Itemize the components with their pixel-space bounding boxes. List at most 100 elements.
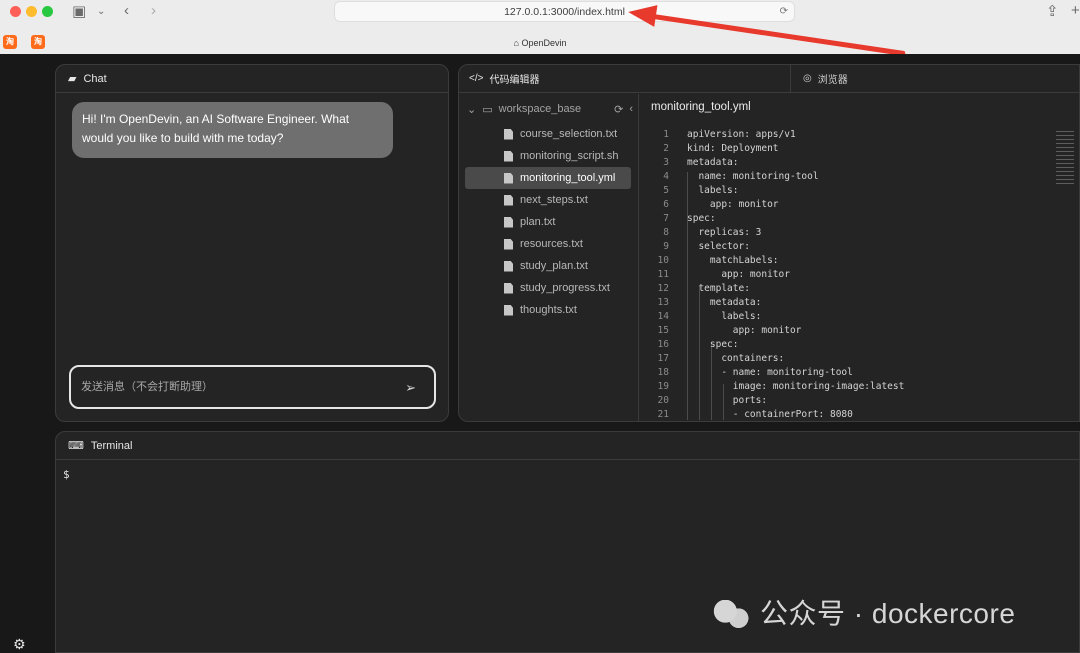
- line-number: 12: [657, 283, 669, 294]
- line-number: 17: [657, 353, 669, 364]
- file-icon: [504, 128, 513, 140]
- maximize-window-button[interactable]: [42, 6, 53, 17]
- file-study-plan[interactable]: study_plan.txt: [465, 255, 631, 277]
- file-monitoring-tool[interactable]: monitoring_tool.yml: [465, 167, 631, 189]
- code-editor-label: 代码编辑器: [489, 75, 540, 86]
- code-line: spec:: [687, 213, 716, 224]
- back-icon[interactable]: ‹: [124, 2, 129, 19]
- file-name: study_progress.txt: [520, 282, 610, 294]
- code-line: - name: monitoring-tool: [687, 367, 853, 378]
- workspace-folder[interactable]: ⌄ ▭ workspace_base ⟳ ‹: [467, 100, 633, 118]
- globe-icon: ◎: [803, 73, 812, 84]
- file-name: monitoring_script.sh: [520, 150, 619, 162]
- refresh-icon[interactable]: ⟳: [614, 103, 623, 116]
- editor-tabs: </> 代码编辑器 ◎ 浏览器: [459, 65, 1079, 93]
- tab-browser[interactable]: ◎ 浏览器: [791, 65, 1079, 92]
- file-thoughts[interactable]: thoughts.txt: [465, 299, 631, 321]
- line-number: 7: [663, 213, 669, 224]
- line-number: 8: [663, 227, 669, 238]
- code-line: matchLabels:: [687, 255, 779, 266]
- code-line: apiVersion: apps/v1: [687, 129, 796, 140]
- line-number: 21: [657, 409, 669, 420]
- line-number: 19: [657, 381, 669, 392]
- browser-toolbar: ▣ ⌄ ‹ › 127.0.0.1:3000/index.html ⟳ ⇪ + …: [0, 0, 1080, 54]
- file-name: plan.txt: [520, 216, 556, 228]
- line-number: 18: [657, 367, 669, 378]
- chevron-down-icon[interactable]: ⌄: [467, 103, 476, 116]
- workspace-label: workspace_base: [498, 103, 582, 115]
- code-line: labels:: [687, 185, 739, 196]
- tab-title[interactable]: ⌂ OpenDevin: [0, 38, 1080, 48]
- code-editor[interactable]: 1 apiVersion: apps/v1 2 kind: Deployment 3…: [639, 125, 1079, 421]
- terminal-header: ⌨ Terminal: [56, 432, 1079, 460]
- annotation-arrow-head: [626, 1, 658, 27]
- file-icon: [504, 216, 513, 228]
- reload-icon[interactable]: ⟳: [780, 2, 788, 22]
- code-line: containers:: [687, 353, 785, 364]
- file-icon: [504, 282, 513, 294]
- line-number: 15: [657, 325, 669, 336]
- minimize-window-button[interactable]: [26, 6, 37, 17]
- chat-icon: ▰: [68, 73, 77, 85]
- collapse-icon[interactable]: ‹: [629, 103, 633, 115]
- file-name: monitoring_tool.yml: [520, 172, 616, 184]
- line-number: 3: [663, 157, 669, 168]
- file-monitoring-script[interactable]: monitoring_script.sh: [465, 145, 631, 167]
- file-icon: [504, 260, 513, 272]
- file-course-selection[interactable]: course_selection.txt: [465, 123, 631, 145]
- file-name: thoughts.txt: [520, 304, 577, 316]
- line-number: 1: [663, 129, 669, 140]
- close-window-button[interactable]: [10, 6, 21, 17]
- code-line: image: monitoring-image:latest: [687, 381, 905, 392]
- line-number: 4: [663, 171, 669, 182]
- file-icon: [504, 304, 513, 316]
- watermark: 公众号 · dockercore: [712, 592, 1015, 632]
- file-icon: [504, 150, 513, 162]
- code-line: metadata:: [687, 157, 739, 168]
- share-icon[interactable]: ⇪: [1046, 2, 1059, 20]
- file-name: course_selection.txt: [520, 128, 618, 140]
- code-minimap[interactable]: [1056, 131, 1074, 187]
- code-line: selector:: [687, 241, 750, 252]
- tab-code-editor[interactable]: </> 代码编辑器: [459, 65, 791, 92]
- tab-strip: 淘 淘 ⌂ OpenDevin: [0, 31, 1080, 54]
- code-line: app: monitor: [687, 325, 802, 336]
- terminal-title: Terminal: [90, 439, 133, 452]
- code-line: labels:: [687, 311, 762, 322]
- message-input[interactable]: 发送消息（不会打断助理） ➢: [69, 365, 436, 409]
- code-line: kind: Deployment: [687, 143, 779, 154]
- chevron-down-icon[interactable]: ⌄: [97, 6, 105, 17]
- file-name: next_steps.txt: [520, 194, 588, 206]
- code-line: replicas: 3: [687, 227, 762, 238]
- code-line: app: monitor: [687, 199, 779, 210]
- watermark-text: 公众号 · dockercore: [760, 598, 1016, 629]
- file-study-progress[interactable]: study_progress.txt: [465, 277, 631, 299]
- editor-panel: </> 代码编辑器 ◎ 浏览器 ⌄ ▭ workspace_base ⟳ ‹ c…: [458, 64, 1080, 422]
- url-text: 127.0.0.1:3000/index.html: [504, 6, 625, 18]
- send-icon[interactable]: ➢: [405, 380, 416, 396]
- sidebar-icon[interactable]: ▣: [72, 2, 86, 20]
- file-resources[interactable]: resources.txt: [465, 233, 631, 255]
- gear-icon[interactable]: ⚙: [13, 636, 26, 653]
- opendevin-app: ▰ Chat Hi! I'm OpenDevin, an AI Software…: [0, 54, 1080, 653]
- line-number: 11: [657, 269, 669, 280]
- line-number: 6: [663, 199, 669, 210]
- code-line: metadata:: [687, 297, 762, 308]
- line-number: 5: [663, 185, 669, 196]
- chat-header: ▰ Chat: [56, 65, 448, 93]
- address-bar[interactable]: 127.0.0.1:3000/index.html ⟳: [334, 1, 795, 22]
- tab-label: OpenDevin: [521, 38, 567, 48]
- file-tree: ⌄ ▭ workspace_base ⟳ ‹ course_selection.…: [459, 94, 639, 421]
- terminal-prompt[interactable]: $: [63, 468, 70, 481]
- file-next-steps[interactable]: next_steps.txt: [465, 189, 631, 211]
- line-number: 2: [663, 143, 669, 154]
- file-plan[interactable]: plan.txt: [465, 211, 631, 233]
- code-line: ports:: [687, 395, 768, 406]
- chat-title: Chat: [83, 72, 107, 85]
- wechat-icon: [712, 600, 750, 628]
- message-placeholder: 发送消息（不会打断助理）: [81, 381, 213, 393]
- file-icon: [504, 172, 513, 184]
- line-number: 13: [657, 297, 669, 308]
- forward-icon[interactable]: ›: [151, 2, 156, 19]
- new-tab-icon[interactable]: +: [1071, 2, 1080, 19]
